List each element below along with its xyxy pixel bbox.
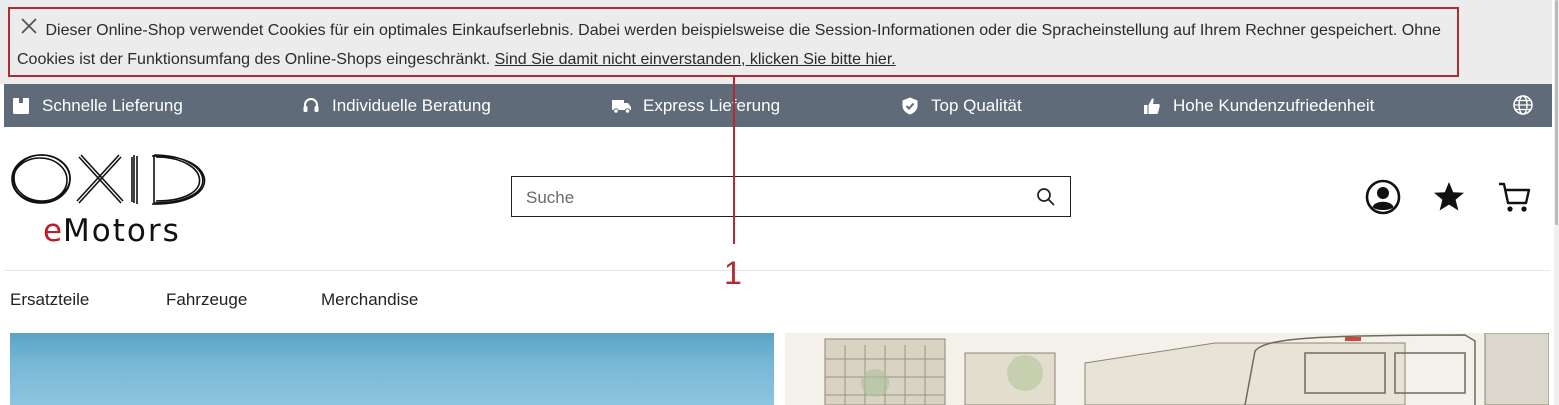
thumbs-up-icon [1141,95,1163,117]
usp-label: Hohe Kundenzufriedenheit [1173,95,1375,115]
globe-icon[interactable] [1512,94,1534,116]
annotation-leader-line [733,76,735,244]
truck-icon [611,95,633,117]
annotation-number: 1 [724,255,742,291]
logo-e-letter: e [43,213,62,249]
usp-label: Schnelle Lieferung [42,95,183,115]
search-input[interactable] [524,185,1018,211]
usp-item-express: Express Lieferung [611,84,780,127]
search-box [511,176,1071,217]
nav-item-fahrzeuge[interactable]: Fahrzeuge [166,290,247,310]
hero-banner-left[interactable] [10,333,774,405]
logo[interactable]: e Motors [9,149,241,249]
hero-banner-right[interactable] [785,333,1549,405]
search-icon[interactable] [1036,187,1056,207]
shop-page: Dieser Online-Shop verwendet Cookies für… [0,0,1552,405]
usp-item-consulting: Individuelle Beratung [300,84,491,127]
package-icon [10,95,32,117]
nav-item-ersatzteile[interactable]: Ersatzteile [10,290,89,310]
usp-label: Express Lieferung [643,95,781,115]
wishlist-star-icon[interactable] [1431,179,1467,215]
logo-motors-text: Motors [63,213,181,249]
cart-icon[interactable] [1497,179,1533,215]
account-icon[interactable] [1365,179,1401,215]
usp-label: Individuelle Beratung [332,95,491,115]
nav-item-merchandise[interactable]: Merchandise [321,290,418,310]
page-scrollbar[interactable] [1554,0,1559,405]
usp-item-satisfaction: Hohe Kundenzufriedenheit [1141,84,1374,127]
usp-item-quality: Top Qualität [899,84,1022,127]
site-header: e Motors [4,127,1552,270]
scrollbar-thumb[interactable] [1555,0,1558,225]
header-divider [4,270,1550,271]
shield-check-icon [899,95,921,117]
usp-item-fast-delivery: Schnelle Lieferung [10,84,183,127]
annotation-highlight-box [8,7,1459,77]
usp-label: Top Qualität [931,95,1022,115]
usp-bar: Schnelle Lieferung Individuelle Beratung… [4,84,1552,127]
hero-illustration [824,333,1549,405]
headset-icon [300,95,322,117]
